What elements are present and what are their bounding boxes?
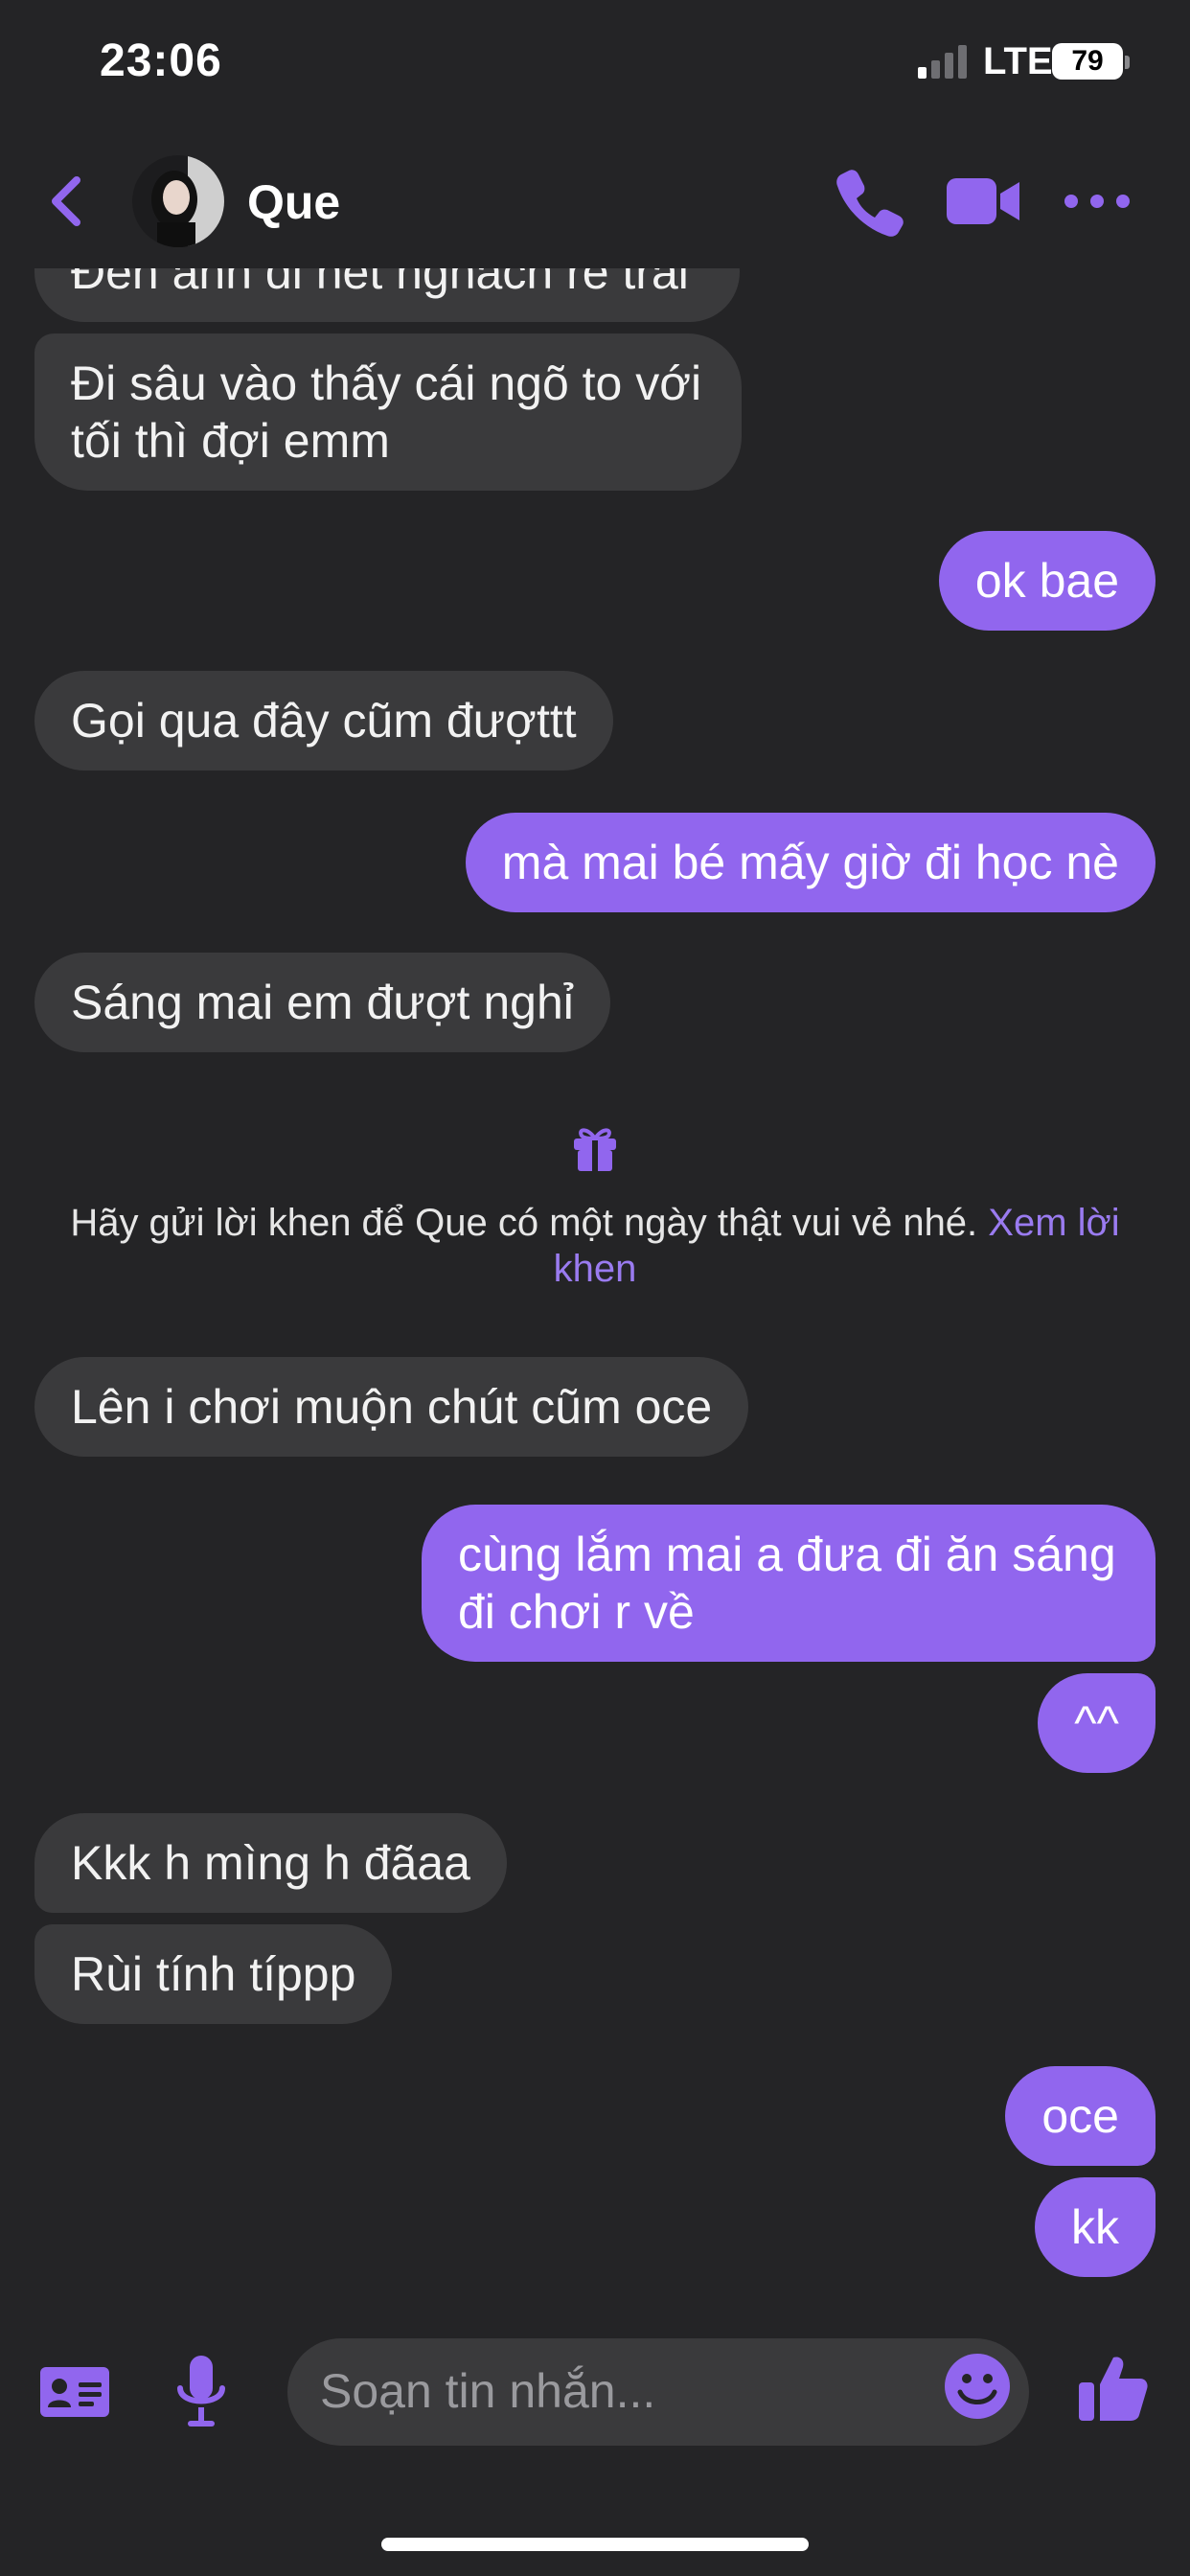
status-time: 23:06 — [100, 35, 222, 86]
message-bubble-outgoing[interactable]: ok bae — [938, 531, 1156, 631]
message-bubble-incoming[interactable]: Kkk h mìng h đãaa — [34, 1813, 507, 1913]
avatar[interactable] — [132, 155, 224, 247]
message-bubble-outgoing[interactable]: ^^ — [1038, 1673, 1156, 1773]
more-icon[interactable] — [1064, 165, 1131, 238]
message-bubble-incoming[interactable]: Lên i chơi muộn chút cũm oce — [34, 1357, 749, 1457]
thumbs-up-icon[interactable] — [1077, 2352, 1150, 2425]
back-chevron-icon[interactable] — [44, 172, 92, 230]
emoji-icon[interactable] — [943, 2352, 1012, 2421]
microphone-icon[interactable] — [172, 2354, 230, 2430]
message-bubble-incoming[interactable]: Gọi qua đây cũm đượttt — [34, 671, 613, 770]
home-indicator[interactable] — [381, 2538, 809, 2551]
message-bubble-incoming[interactable]: Đến anh đi hết nghách rẽ trái — [34, 268, 740, 322]
message-bubble-outgoing[interactable]: cùng lắm mai a đưa đi ăn sáng đi chơi r … — [422, 1505, 1156, 1662]
message-bubble-incoming[interactable]: Rùi tính típpp — [34, 1924, 393, 2024]
network-label: LTE — [983, 40, 1053, 82]
contact-card-icon[interactable] — [38, 2363, 111, 2421]
status-bar: 23:06 LTE 79 — [0, 0, 1190, 134]
chat-header: Que — [0, 134, 1190, 268]
message-bubble-incoming[interactable]: Đi sâu vào thấy cái ngõ to với tối thì đ… — [34, 334, 742, 491]
compliment-prompt: Hãy gửi lời khen để Que có một ngày thật… — [38, 1200, 1152, 1292]
message-bubble-incoming[interactable]: Sáng mai em đượt nghỉ — [34, 953, 610, 1052]
phone-icon[interactable] — [832, 165, 904, 238]
message-bubble-outgoing[interactable]: mà mai bé mấy giờ đi học nè — [465, 813, 1156, 912]
battery-tip — [1125, 56, 1130, 69]
message-input-placeholder: Soạn tin nhắn... — [320, 2364, 656, 2418]
message-composer: Soạn tin nhắn... — [0, 2310, 1190, 2472]
message-bubble-outgoing[interactable]: oce — [1005, 2066, 1156, 2166]
gift-icon — [574, 1128, 616, 1171]
battery-icon: 79 — [1052, 43, 1123, 80]
message-input[interactable]: Soạn tin nhắn... — [287, 2338, 1029, 2446]
compliment-prompt-text: Hãy gửi lời khen để Que có một ngày thật… — [70, 1202, 978, 1244]
signal-icon — [918, 45, 967, 79]
message-list[interactable]: Đến anh đi hết nghách rẽ trái Đi sâu vào… — [0, 268, 1190, 2310]
message-bubble-outgoing[interactable]: kk — [1035, 2177, 1156, 2277]
video-icon[interactable] — [945, 165, 1021, 238]
contact-name[interactable]: Que — [247, 174, 340, 230]
